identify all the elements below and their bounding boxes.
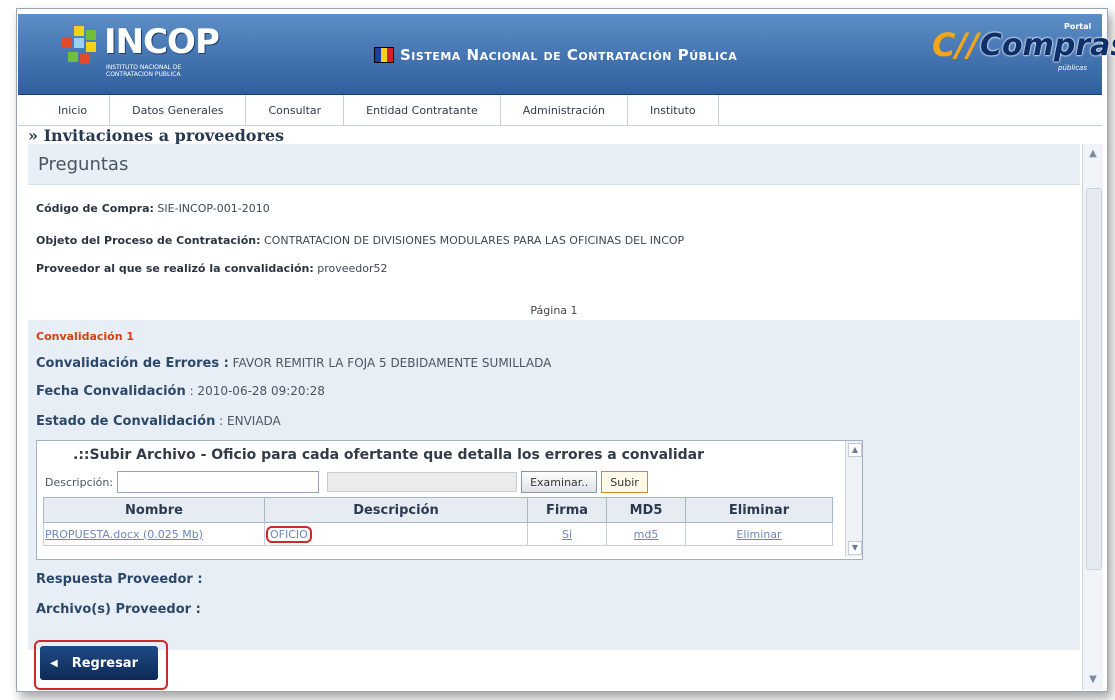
objeto-proceso: Objeto del Proceso de Contratación: CONT… [36,234,684,247]
nav-item-entidad-contratante[interactable]: Entidad Contratante [344,95,501,125]
file-path-field[interactable] [327,472,518,492]
col-nombre: Nombre [43,497,265,523]
convalidacion-title: Convalidación 1 [36,330,135,343]
examinar-button[interactable]: Examinar.. [521,471,598,493]
estado-label: Estado de Convalidación [36,414,216,429]
compras-logo-text: Compras [980,28,1115,63]
flag-icon [374,47,394,63]
incop-logo-subtitle: INSTITUTO NACIONAL DE CONTRATACION PUBLI… [106,64,182,78]
col-eliminar: Eliminar [685,497,833,523]
regresar-label: Regresar [71,655,138,671]
fecha-value: : 2010-06-28 09:20:28 [189,384,325,398]
regresar-button[interactable]: ◀ Regresar [40,646,158,680]
proveedor-label: Proveedor al que se realizó la convalida… [36,262,314,275]
descripcion-input[interactable] [117,471,320,493]
compras-publicas-logo[interactable]: C// Compras Portal públicas [932,18,1115,76]
incop-logo-text: INCOP [104,22,220,62]
compras-logo-bottom: públicas [1058,64,1087,72]
errores-label: Convalidación de Errores : [36,356,229,371]
page-indicator: Página 1 [530,304,578,317]
page-scrollbar[interactable]: ▲ ▼ [1082,144,1103,690]
codigo-label: Código de Compra: [36,202,154,215]
archivos-proveedor-label: Archivo(s) Proveedor : [36,602,201,617]
nav-item-datos-generales[interactable]: Datos Generales [110,95,247,125]
upload-title: .::Subir Archivo - Oficio para cada ofer… [73,447,705,463]
scroll-up-icon[interactable]: ▲ [1085,146,1101,162]
convalidacion-panel: Convalidación 1 Convalidación de Errores… [28,320,1080,650]
files-table: Nombre Descripción Firma MD5 Eliminar PR… [43,497,833,546]
scroll-down-icon[interactable]: ▼ [848,541,862,555]
fecha-label: Fecha Convalidación [36,384,186,399]
upload-panel: .::Subir Archivo - Oficio para cada ofer… [36,440,863,560]
col-descripcion: Descripción [264,497,528,523]
col-firma: Firma [527,497,607,523]
subir-button[interactable]: Subir [601,471,648,493]
estado-convalidacion: Estado de Convalidación : ENVIADA [36,414,281,429]
col-md5: MD5 [606,497,686,523]
scroll-down-icon[interactable]: ▼ [1085,672,1101,688]
eliminar-link[interactable]: Eliminar [685,522,833,546]
objeto-label: Objeto del Proceso de Contratación: [36,234,261,247]
system-title-text: Sistema Nacional de Contratación Pública [400,46,738,64]
errores-value: FAVOR REMITIR LA FOJA 5 DEBIDAMENTE SUMI… [232,356,552,370]
upload-form: Descripción: Examinar.. Subir [45,471,648,493]
incop-logo[interactable]: INCOP INSTITUTO NACIONAL DE CONTRATACION… [60,20,220,82]
section-heading: » Invitaciones a proveedores [28,126,285,145]
table-row: PROPUESTA.docx (0.025 Mb) OFICIO Si md5 … [43,522,833,546]
convalidacion-errores: Convalidación de Errores : FAVOR REMITIR… [36,356,551,371]
firma-link[interactable]: Si [527,522,607,546]
table-header-row: Nombre Descripción Firma MD5 Eliminar [43,497,833,523]
site-header: INCOP INSTITUTO NACIONAL DE CONTRATACION… [18,14,1115,95]
proveedor-convalidacion: Proveedor al que se realizó la convalida… [36,262,388,275]
compras-cc-mark: C// [932,26,979,64]
file-description-cell: OFICIO [264,522,528,546]
back-button-highlight: ◀ Regresar [34,640,168,690]
arrow-left-icon: ◀ [50,657,58,669]
preguntas-bar: Preguntas [28,144,1080,185]
fecha-convalidacion: Fecha Convalidación : 2010-06-28 09:20:2… [36,384,325,399]
scroll-up-icon[interactable]: ▲ [848,443,862,457]
main-content: Preguntas Código de Compra: SIE-INCOP-00… [28,144,1080,690]
estado-value: : ENVIADA [219,414,281,428]
respuesta-proveedor-label: Respuesta Proveedor : [36,572,203,587]
proveedor-value: proveedor52 [317,262,388,275]
compras-logo-top: Portal [1064,22,1092,31]
objeto-value: CONTRATACION DE DIVISIONES MODULARES PAR… [264,234,685,247]
scrollbar-thumb[interactable] [1086,188,1102,570]
nav-item-administracion[interactable]: Administración [501,95,628,125]
nav-item-instituto[interactable]: Instituto [628,95,719,125]
upload-scrollbar[interactable]: ▲ ▼ [845,441,862,557]
codigo-value: SIE-INCOP-001-2010 [157,202,270,215]
nav-item-inicio[interactable]: Inicio [18,95,111,125]
main-nav: Inicio Datos Generales Consultar Entidad… [18,95,1102,126]
page-title: Preguntas [38,154,129,175]
md5-link[interactable]: md5 [606,522,686,546]
nav-item-consultar[interactable]: Consultar [246,95,345,125]
codigo-compra: Código de Compra: SIE-INCOP-001-2010 [36,202,270,215]
incop-mark-icon [62,26,96,64]
descripcion-label: Descripción: [45,475,114,489]
system-title: Sistema Nacional de Contratación Pública [374,44,737,66]
oficio-link[interactable]: OFICIO [266,525,312,543]
file-name-link[interactable]: PROPUESTA.docx (0.025 Mb) [43,522,265,546]
